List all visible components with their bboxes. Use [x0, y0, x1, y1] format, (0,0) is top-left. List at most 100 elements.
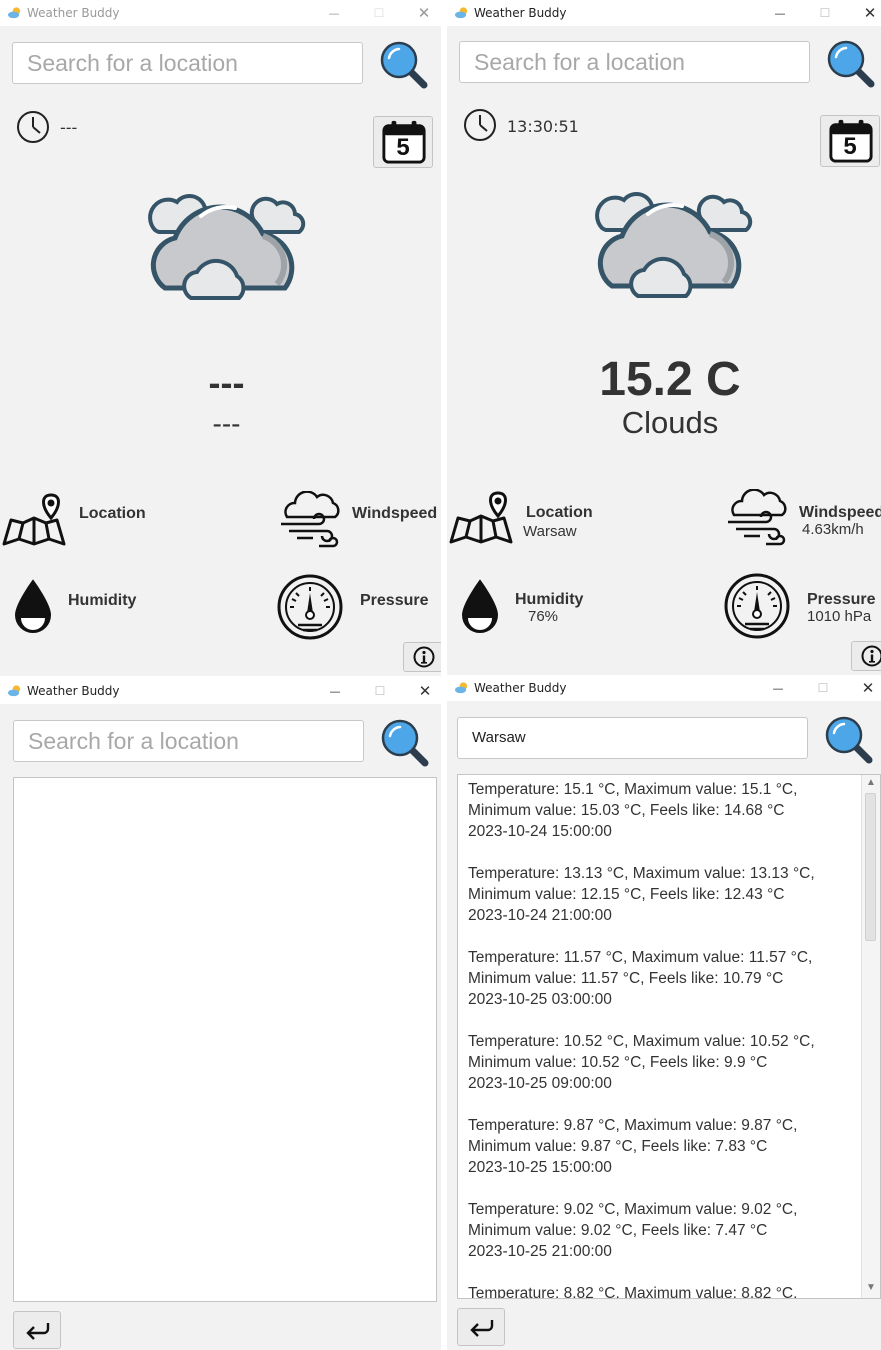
forecast-item: Temperature: 8.82 °C, Maximum value: 8.8…: [468, 1283, 856, 1299]
close-button[interactable]: ✕: [403, 678, 441, 704]
forecast-line2: Minimum value: 15.03 °C, Feels like: 14.…: [468, 802, 785, 819]
forecast-line1: Temperature: 10.52 °C, Maximum value: 10…: [468, 1033, 815, 1050]
calendar-day: 5: [843, 133, 857, 160]
forecast-window-warsaw: Weather Buddy — ☐ ✕ Warsaw Temperature: …: [447, 675, 881, 1350]
time-value: 13:30:51: [507, 117, 579, 136]
info-icon: [413, 646, 435, 668]
forecast-button[interactable]: 5: [820, 115, 880, 167]
temperature-value: ---: [208, 362, 245, 403]
gauge-icon: [276, 573, 344, 641]
forecast-button[interactable]: 5: [373, 116, 433, 168]
scrollbar[interactable]: ▲ ▼: [861, 775, 880, 1298]
window-title: Weather Buddy: [474, 6, 567, 20]
forecast-datetime: 2023-10-25 15:00:00: [468, 1159, 612, 1176]
window-title: Weather Buddy: [27, 6, 120, 20]
minimize-button[interactable]: —: [756, 675, 800, 701]
forecast-item: Temperature: 13.13 °C, Maximum value: 13…: [468, 863, 856, 926]
window-title: Weather Buddy: [27, 684, 120, 698]
windspeed-label: Windspeed: [799, 504, 881, 521]
clock-icon: [16, 110, 50, 144]
forecast-line1: Temperature: 11.57 °C, Maximum value: 11…: [468, 949, 813, 966]
minimize-button[interactable]: —: [758, 0, 802, 26]
forecast-line2: Minimum value: 9.02 °C, Feels like: 7.47…: [468, 1222, 768, 1239]
clouds-icon: [582, 178, 762, 318]
forecast-datetime: 2023-10-24 21:00:00: [468, 907, 612, 924]
pressure-label: Pressure: [360, 592, 429, 609]
back-arrow-icon: [24, 1320, 52, 1340]
windspeed-label: Windspeed: [352, 505, 438, 522]
scroll-down-icon[interactable]: ▼: [862, 1282, 880, 1298]
minimize-button[interactable]: —: [312, 0, 356, 26]
forecast-line1: Temperature: 9.02 °C, Maximum value: 9.0…: [468, 1201, 798, 1218]
map-pin-icon: [448, 490, 514, 546]
title-bar: Weather Buddy — ☐ ✕: [447, 675, 881, 701]
location-label: Location: [526, 504, 593, 521]
scroll-up-icon[interactable]: ▲: [862, 777, 880, 793]
search-icon[interactable]: [824, 715, 874, 765]
wind-icon: [279, 491, 341, 549]
pressure-label: Pressure: [807, 591, 876, 608]
app-weather-icon: [454, 6, 469, 20]
forecast-line2: Minimum value: 12.15 °C, Feels like: 12.…: [468, 886, 785, 903]
search-input[interactable]: Warsaw: [457, 717, 808, 759]
back-arrow-icon: [468, 1317, 496, 1337]
close-button[interactable]: ✕: [402, 0, 441, 26]
search-icon[interactable]: [379, 40, 429, 90]
app-weather-icon: [7, 6, 22, 20]
pressure-value: 1010 hPa: [807, 608, 872, 625]
humidity-value: 76%: [528, 608, 559, 625]
forecast-item: Temperature: 9.87 °C, Maximum value: 9.8…: [468, 1115, 856, 1178]
forecast-datetime: 2023-10-24 15:00:00: [468, 823, 612, 840]
info-button[interactable]: [851, 641, 881, 671]
back-button[interactable]: [13, 1311, 61, 1349]
maximize-button[interactable]: ☐: [357, 0, 401, 26]
maximize-button[interactable]: ☐: [803, 0, 847, 26]
search-icon[interactable]: [380, 718, 430, 768]
scrollbar-thumb[interactable]: [865, 793, 876, 941]
title-bar: Weather Buddy — ☐ ✕: [0, 678, 441, 704]
forecast-line1: Temperature: 9.87 °C, Maximum value: 9.8…: [468, 1117, 798, 1134]
forecast-line1: Temperature: 13.13 °C, Maximum value: 13…: [468, 865, 815, 882]
windspeed-value: 4.63km/h: [802, 521, 864, 538]
humidity-label: Humidity: [68, 592, 137, 609]
info-button[interactable]: [403, 642, 441, 672]
back-button[interactable]: [457, 1308, 505, 1346]
location-value: Warsaw: [523, 523, 577, 540]
forecast-line2: Minimum value: 9.87 °C, Feels like: 7.83…: [468, 1138, 768, 1155]
search-input[interactable]: Search for a location: [459, 41, 810, 83]
wind-icon: [726, 489, 788, 547]
forecast-line1: Temperature: 8.82 °C, Maximum value: 8.8…: [468, 1285, 798, 1299]
close-button[interactable]: ✕: [848, 0, 881, 26]
forecast-datetime: 2023-10-25 21:00:00: [468, 1243, 612, 1260]
title-bar: Weather Buddy — ☐ ✕: [447, 0, 881, 26]
search-input[interactable]: Search for a location: [12, 42, 363, 84]
forecast-line1: Temperature: 15.1 °C, Maximum value: 15.…: [468, 781, 798, 798]
app-weather-icon: [454, 681, 469, 695]
maximize-button[interactable]: ☐: [801, 675, 845, 701]
temperature-value: 15.2 C: [599, 353, 741, 406]
forecast-list[interactable]: Temperature: 15.1 °C, Maximum value: 15.…: [457, 774, 881, 1299]
clouds-icon: [135, 180, 315, 320]
location-label: Location: [79, 505, 146, 522]
minimize-button[interactable]: —: [313, 678, 357, 704]
info-icon: [861, 645, 881, 667]
weather-window-empty: Weather Buddy — ☐ ✕ Search for a locatio…: [0, 0, 441, 676]
maximize-button[interactable]: ☐: [358, 678, 402, 704]
forecast-list[interactable]: [13, 777, 437, 1302]
calendar-day: 5: [396, 134, 410, 161]
forecast-line2: Minimum value: 10.52 °C, Feels like: 9.9…: [468, 1054, 768, 1071]
humidity-label: Humidity: [515, 591, 584, 608]
app-weather-icon: [7, 684, 22, 698]
close-button[interactable]: ✕: [846, 675, 881, 701]
weather-window-warsaw: Weather Buddy — ☐ ✕ Search for a locatio…: [447, 0, 881, 676]
forecast-line2: Minimum value: 11.57 °C, Feels like: 10.…: [468, 970, 784, 987]
search-icon[interactable]: [826, 39, 876, 89]
forecast-item: Temperature: 10.52 °C, Maximum value: 10…: [468, 1031, 856, 1094]
time-value: ---: [60, 118, 78, 137]
search-input[interactable]: Search for a location: [13, 720, 364, 762]
clock-icon: [463, 108, 497, 142]
water-drop-icon: [460, 578, 500, 634]
forecast-item: Temperature: 15.1 °C, Maximum value: 15.…: [468, 779, 856, 842]
forecast-item: Temperature: 9.02 °C, Maximum value: 9.0…: [468, 1199, 856, 1262]
weather-description: ---: [212, 408, 241, 439]
